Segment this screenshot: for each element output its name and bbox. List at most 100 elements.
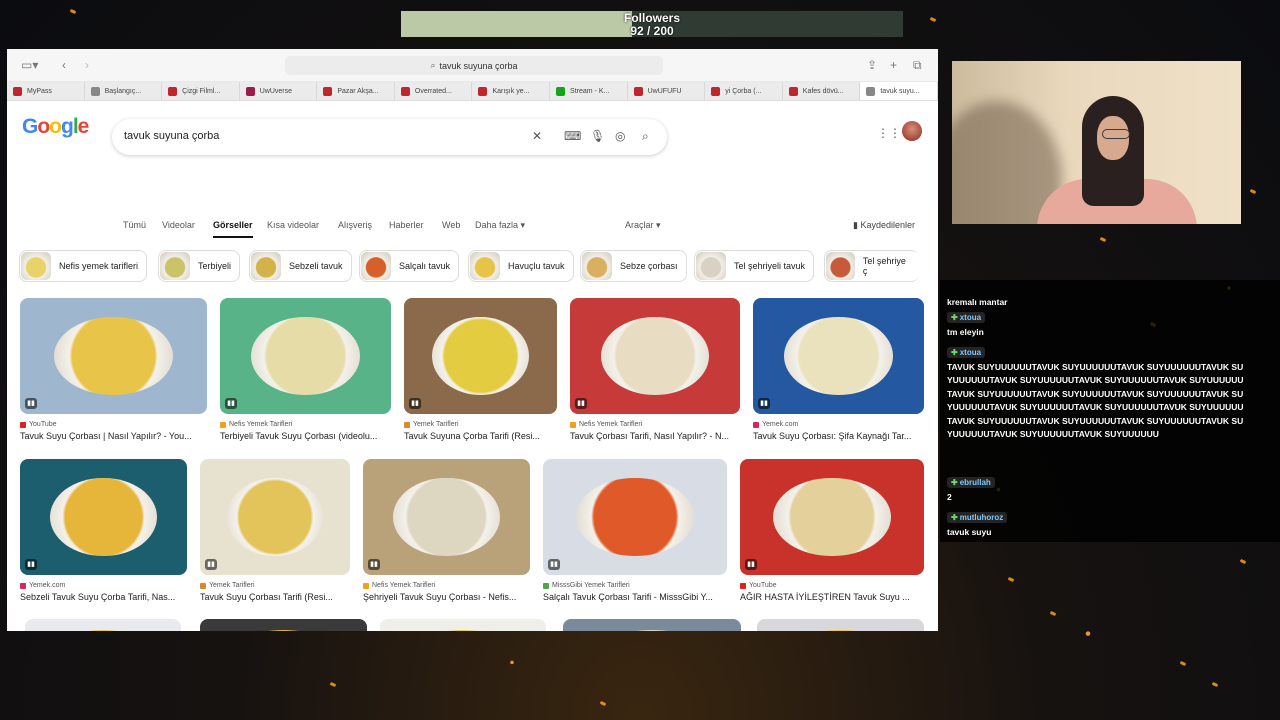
search-box[interactable]: tavuk suyuna çorba ✕ ⌨ 🎙 ◎ ⌕ bbox=[112, 119, 667, 155]
search-tab[interactable]: Kısa videolar bbox=[267, 220, 319, 230]
filter-chip[interactable]: Terbiyeli bbox=[158, 250, 241, 282]
result-thumbnail[interactable] bbox=[757, 619, 924, 631]
result-thumbnail[interactable]: ▮▮ bbox=[200, 459, 350, 575]
result-thumbnail[interactable]: ▮▮ bbox=[220, 298, 391, 414]
result-title[interactable]: Tavuk Suyu Çorbası | Nasıl Yapılır? - Yo… bbox=[20, 431, 207, 441]
result-thumbnail[interactable]: ▮▮ bbox=[570, 298, 740, 414]
clear-icon[interactable]: ✕ bbox=[532, 129, 542, 143]
search-query[interactable]: tavuk suyuna çorba bbox=[124, 130, 219, 142]
filter-chip[interactable]: Sebzeli tavuk bbox=[249, 250, 352, 282]
search-tab[interactable]: Görseller bbox=[213, 220, 253, 238]
chat-username: ✚ ebrullah bbox=[947, 477, 995, 488]
image-result[interactable] bbox=[25, 619, 181, 631]
filter-chip[interactable]: Tel şehriye ç bbox=[824, 250, 919, 282]
google-logo[interactable]: Google bbox=[22, 115, 89, 139]
search-tab[interactable]: Alışveriş bbox=[338, 220, 372, 230]
browser-tab[interactable]: Çizgi Filml... bbox=[162, 82, 240, 100]
share-icon[interactable]: ⇪ bbox=[867, 58, 877, 72]
soup-bowl bbox=[393, 477, 500, 557]
result-title[interactable]: Tavuk Suyuna Çorba Tarifi (Resi... bbox=[404, 431, 557, 441]
image-result[interactable]: ▮▮ Nefis Yemek Tarifleri Şehriyeli Tavuk S… bbox=[363, 459, 530, 602]
image-result[interactable] bbox=[200, 619, 367, 631]
filter-chip[interactable]: Tel şehriyeli tavuk bbox=[694, 250, 815, 282]
image-result[interactable]: ▮▮ MisssGibi Yemek Tarifleri Salçalı Tavuk… bbox=[543, 459, 727, 602]
filter-chip[interactable]: Havuçlu tavuk bbox=[468, 250, 574, 282]
browser-tab[interactable]: Kafes dövü... bbox=[783, 82, 861, 100]
filter-chip[interactable]: Sebze çorbası bbox=[580, 250, 687, 282]
search-icon[interactable]: ⌕ bbox=[642, 129, 649, 144]
browser-tab[interactable]: Karışık ye... bbox=[472, 82, 551, 100]
microphone-icon[interactable]: 🎙 bbox=[590, 129, 605, 143]
result-thumbnail[interactable] bbox=[25, 619, 181, 631]
result-title[interactable]: Şehriyeli Tavuk Suyu Çorbası - Nefis... bbox=[363, 592, 530, 602]
image-result[interactable]: ▮▮ Yemek.com Tavuk Suyu Çorbası: Şifa Kayn… bbox=[753, 298, 924, 441]
image-result[interactable]: ▮▮ Yemek.com Sebzeli Tavuk Suyu Çorba Tari… bbox=[20, 459, 187, 602]
lens-icon[interactable]: ◎ bbox=[615, 129, 625, 143]
result-thumbnail[interactable]: ▮▮ bbox=[404, 298, 557, 414]
image-result[interactable]: ▮▮ YouTube Tavuk Suyu Çorbası | Nasıl Yapı… bbox=[20, 298, 207, 441]
result-title[interactable]: Tavuk Suyu Çorbası: Şifa Kaynağı Tar... bbox=[753, 431, 924, 441]
image-result[interactable]: ▮▮ Nefis Yemek Tarifleri Terbiyeli Tavuk S… bbox=[220, 298, 391, 441]
spark-decoration bbox=[1007, 576, 1015, 583]
new-tab-icon[interactable]: + bbox=[890, 58, 897, 72]
browser-tab[interactable]: Başlangıç... bbox=[85, 82, 163, 100]
avatar[interactable] bbox=[902, 121, 922, 141]
result-source: Nefis Yemek Tarifleri bbox=[570, 421, 740, 428]
browser-toolbar: ▭▾ ‹ › ⌕ tavuk suyuna çorba ⇪ + ⧉ bbox=[7, 49, 938, 82]
chat-message: ✚ mutluhoroz tavuk suyu bbox=[947, 512, 1247, 539]
browser-tab[interactable]: Overrated... bbox=[395, 82, 473, 100]
result-thumbnail[interactable] bbox=[380, 619, 546, 631]
result-title[interactable]: AĞIR HASTA İYİLEŞTİREN Tavuk Suyu ... bbox=[740, 592, 924, 602]
tools-dropdown[interactable]: Araçlar ▾ bbox=[625, 220, 661, 231]
image-result[interactable] bbox=[757, 619, 924, 631]
result-thumbnail[interactable] bbox=[200, 619, 367, 631]
browser-tab[interactable]: UwUFUFU bbox=[628, 82, 706, 100]
image-result[interactable]: ▮▮ Yemek Tarifleri Tavuk Suyuna Çorba Tari… bbox=[404, 298, 557, 441]
tab-overview-icon[interactable]: ⧉ bbox=[913, 58, 922, 73]
filter-chip[interactable]: Salçalı tavuk bbox=[359, 250, 460, 282]
browser-tab[interactable]: tavuk suyu... bbox=[860, 82, 938, 100]
back-icon[interactable]: ‹ bbox=[62, 58, 66, 72]
forward-icon[interactable]: › bbox=[85, 58, 89, 72]
result-thumbnail[interactable]: ▮▮ bbox=[20, 459, 187, 575]
result-thumbnail[interactable]: ▮▮ bbox=[753, 298, 924, 414]
image-result[interactable]: ▮▮ Nefis Yemek Tarifleri Tavuk Çorbası Tar… bbox=[570, 298, 740, 441]
chat-text: kremalı mantar bbox=[947, 297, 1008, 307]
saved-link[interactable]: ▮ Kaydedilenler bbox=[853, 220, 915, 231]
result-thumbnail[interactable]: ▮▮ bbox=[363, 459, 530, 575]
result-thumbnail[interactable] bbox=[563, 619, 741, 631]
search-tab[interactable]: Videolar bbox=[162, 220, 195, 230]
image-result[interactable]: ▮▮ Yemek Tarifleri Tavuk Suyu Çorbası Tari… bbox=[200, 459, 350, 602]
browser-tab[interactable]: yi Çorba (... bbox=[705, 82, 783, 100]
spark-decoration bbox=[1239, 558, 1247, 565]
search-tab[interactable]: Haberler bbox=[389, 220, 424, 230]
result-thumbnail[interactable]: ▮▮ bbox=[740, 459, 924, 575]
video-badge-icon: ▮▮ bbox=[25, 559, 37, 570]
search-tab[interactable]: Daha fazla ▾ bbox=[475, 220, 525, 231]
address-bar[interactable]: ⌕ tavuk suyuna çorba bbox=[285, 56, 663, 75]
browser-tab[interactable]: Stream - K... bbox=[550, 82, 628, 100]
result-source: Yemek.com bbox=[753, 421, 924, 428]
image-result[interactable] bbox=[563, 619, 741, 631]
browser-tab[interactable]: MyPass bbox=[7, 82, 85, 100]
filter-chip[interactable]: Nefis yemek tarifleri bbox=[19, 250, 148, 282]
result-thumbnail[interactable]: ▮▮ bbox=[543, 459, 727, 575]
result-title[interactable]: Sebzeli Tavuk Suyu Çorba Tarifi, Nas... bbox=[20, 592, 187, 602]
browser-tab[interactable]: UwUverse bbox=[240, 82, 318, 100]
image-result[interactable] bbox=[380, 619, 546, 631]
result-title[interactable]: Tavuk Suyu Çorbası Tarifi (Resi... bbox=[200, 592, 350, 602]
sidebar-toggle-icon[interactable]: ▭▾ bbox=[21, 58, 38, 72]
result-title[interactable]: Salçalı Tavuk Çorbası Tarifi - MisssGibi… bbox=[543, 592, 727, 602]
result-thumbnail[interactable]: ▮▮ bbox=[20, 298, 207, 414]
chat-text: tm eleyin bbox=[947, 327, 984, 337]
image-result[interactable]: ▮▮ YouTube AĞIR HASTA İYİLEŞTİREN Tavuk Su… bbox=[740, 459, 924, 602]
search-tab[interactable]: Tümü bbox=[123, 220, 146, 230]
result-title[interactable]: Terbiyeli Tavuk Suyu Çorbası (videolu... bbox=[220, 431, 391, 441]
search-tab[interactable]: Web bbox=[442, 220, 460, 230]
followers-text: Followers 92 / 200 bbox=[401, 12, 903, 38]
soup-bowl bbox=[250, 316, 361, 396]
keyboard-icon[interactable]: ⌨ bbox=[564, 129, 581, 143]
chip-label: Nefis yemek tarifleri bbox=[59, 261, 139, 271]
browser-tab[interactable]: Pazar Akşa... bbox=[317, 82, 395, 100]
result-title[interactable]: Tavuk Çorbası Tarifi, Nasıl Yapılır? - N… bbox=[570, 431, 740, 441]
